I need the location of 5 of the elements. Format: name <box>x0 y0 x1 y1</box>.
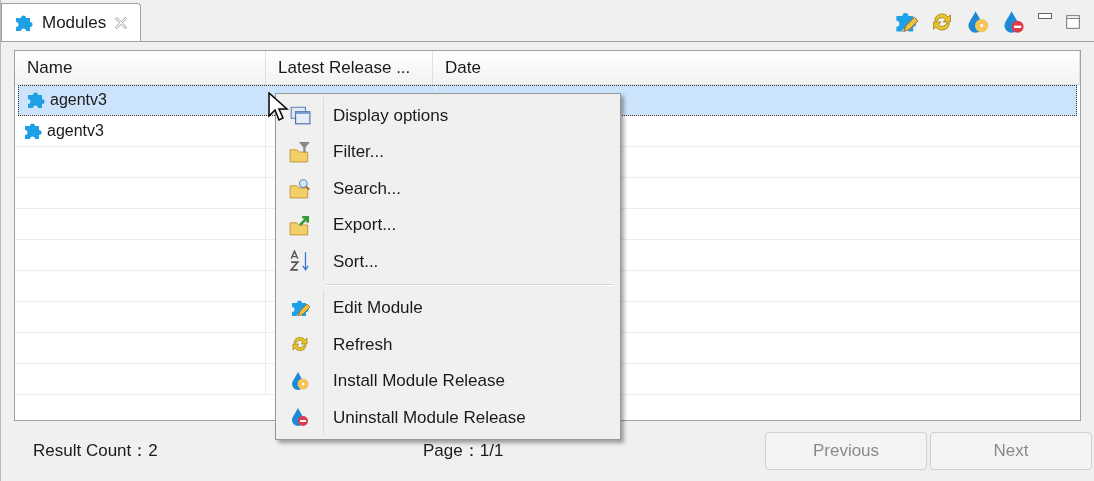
result-count: Result Count：2 <box>33 440 159 463</box>
page-indicator: Page：1/1 <box>423 440 504 463</box>
tab-title: Modules <box>42 11 107 34</box>
module-name: agentv3 <box>50 90 107 110</box>
module-name: agentv3 <box>47 121 104 141</box>
